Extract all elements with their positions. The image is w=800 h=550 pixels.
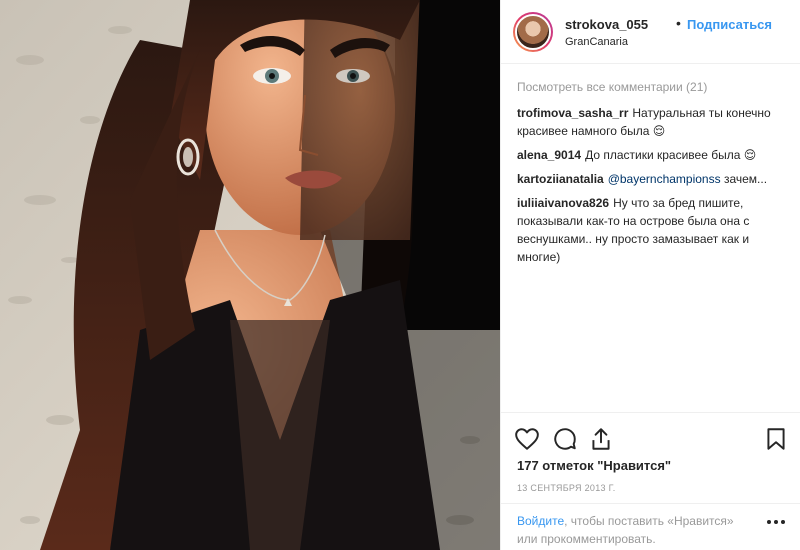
heart-icon[interactable]	[514, 426, 540, 452]
post-username[interactable]: strokova_055	[565, 17, 648, 32]
login-prompt: Войдите, чтобы поставить «Нравится» или …	[501, 503, 800, 550]
comment-item: trofimova_sasha_rr Натуральная ты конечно…	[517, 104, 787, 140]
bookmark-icon[interactable]	[763, 426, 789, 452]
comment-mention[interactable]: @bayernchampionss	[608, 172, 721, 186]
login-link[interactable]: Войдите	[517, 514, 564, 528]
separator-dot: •	[676, 15, 681, 31]
post-date: 13 СЕНТЯБРЯ 2013 Г.	[517, 483, 616, 493]
follow-button[interactable]: Подписаться	[687, 17, 772, 32]
comment-bubble-icon[interactable]	[552, 426, 578, 452]
comment-item: alena_9014 До пластики красивее была 😌	[517, 146, 787, 164]
ellipsis-icon[interactable]	[765, 516, 787, 528]
post-photo[interactable]	[0, 0, 500, 550]
comment-username[interactable]: trofimova_sasha_rr	[517, 106, 628, 120]
comment-username[interactable]: alena_9014	[517, 148, 581, 162]
likes-count[interactable]: 177 отметок "Нравится"	[517, 458, 671, 473]
post-side-panel: strokova_055 • Подписаться GranCanaria П…	[500, 0, 800, 550]
action-bar	[501, 412, 800, 452]
comment-text: До пластики красивее была 😌	[585, 148, 757, 162]
post-header: strokova_055 • Подписаться GranCanaria	[501, 0, 800, 64]
comment-text: зачем...	[720, 172, 768, 186]
login-prompt-text: Войдите, чтобы поставить «Нравится» или …	[517, 512, 757, 548]
view-all-comments-link[interactable]: Посмотреть все комментарии (21)	[517, 80, 787, 94]
comment-username[interactable]: kartoziianatalia	[517, 172, 604, 186]
comment-username[interactable]: iuliiaivanova826	[517, 196, 609, 210]
post-location[interactable]: GranCanaria	[565, 36, 628, 48]
comments-list: Посмотреть все комментарии (21) trofimov…	[517, 80, 787, 272]
share-arrow-icon[interactable]	[588, 426, 614, 452]
comment-item: kartoziianatalia @bayernchampionss зачем.…	[517, 170, 787, 188]
comment-item: iuliiaivanova826 Ну что за бред пишите, п…	[517, 194, 787, 266]
avatar[interactable]	[513, 12, 553, 52]
